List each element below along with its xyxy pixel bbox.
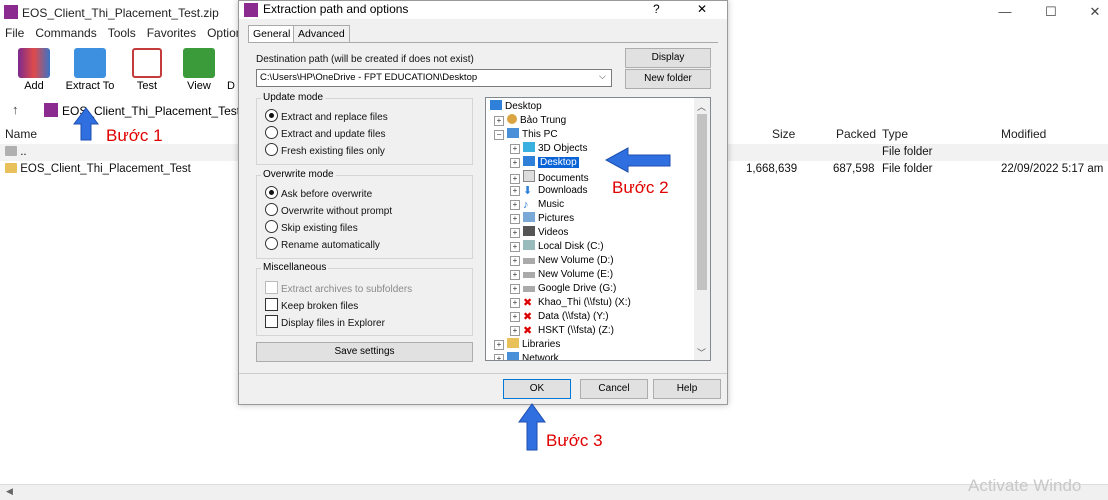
step1-arrow-icon [73, 107, 99, 141]
step2-arrow-icon [604, 147, 671, 173]
step3-label: Bước 3 [546, 431, 603, 450]
step3-arrow-icon [518, 403, 546, 451]
step2-label: Bước 2 [612, 178, 669, 197]
step1-label: Bước 1 [106, 126, 163, 145]
annotation-layer [73, 107, 671, 451]
